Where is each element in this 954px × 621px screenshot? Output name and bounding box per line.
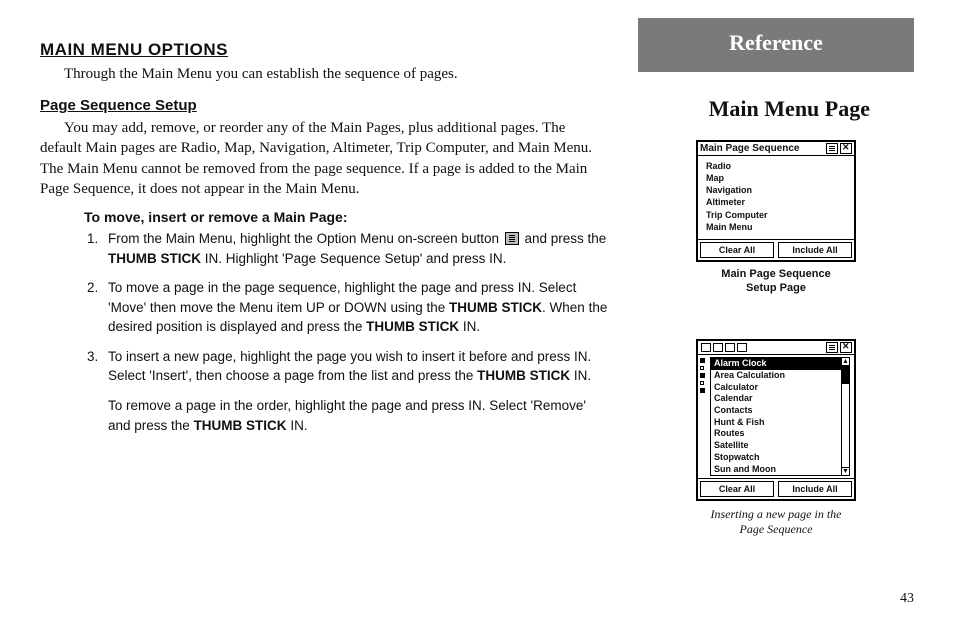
page-sequence-description: You may add, remove, or reorder any of t… [40,118,610,199]
section-title: Main Menu Page [638,96,870,122]
scroll-down-icon: ▼ [842,467,849,475]
mini-icon [701,343,711,352]
intro-text: Through the Main Menu you can establish … [40,66,610,83]
scrollbar: ▲ ▼ [841,358,849,475]
main-content: MAIN MENU OPTIONS Through the Main Menu … [0,0,638,621]
list-item: Navigation [706,184,848,196]
heading-main-menu-options: MAIN MENU OPTIONS [40,40,610,60]
step-2-thumbstick-2: THUMB STICK [366,319,459,334]
page-number: 43 [900,591,914,607]
list-item: Map [706,172,848,184]
list-item: Main Menu [706,221,848,233]
list-item: Calendar [711,393,841,405]
scroll-thumb [842,366,849,384]
device2-caption-l1: Inserting a new page in the [711,507,842,521]
step-3-tail-a: To remove a page in the order, highlight… [108,398,586,433]
device2-caption-l2: Page Sequence [740,522,813,536]
device1-caption-l2: Setup Page [746,282,806,294]
option-menu-icon [505,232,519,245]
list-item: Sun and Moon [711,464,841,476]
step-1-text-b: and press the [521,231,607,246]
device-insert-page: Alarm Clock Area Calculation Calculator … [696,339,856,501]
device1-footer: Clear All Include All [698,239,854,260]
clear-all-button: Clear All [700,481,774,497]
device1-title: Main Page Sequence [700,143,826,154]
step-1-text-a: From the Main Menu, highlight the Option… [108,231,503,246]
device-main-page-sequence: Main Page Sequence Radio Map Navigation … [696,140,856,262]
step-1: From the Main Menu, highlight the Option… [102,229,610,268]
step-3: To insert a new page, highlight the page… [102,347,610,435]
mini-icon [713,343,723,352]
device2-caption: Inserting a new page in the Page Sequenc… [638,507,914,537]
clear-all-button: Clear All [700,242,774,258]
device2-body: Alarm Clock Area Calculation Calculator … [698,355,854,478]
list-item: Area Calculation [711,370,841,382]
list-item-highlighted: Alarm Clock [711,358,841,370]
menu-icon [826,342,838,353]
device1-body: Radio Map Navigation Altimeter Trip Comp… [698,156,854,239]
menu-icon [826,143,838,154]
step-3-tail: To remove a page in the order, highlight… [108,396,610,435]
mini-icon [725,343,735,352]
step-1-text-d: IN. Highlight 'Page Sequence Setup' and … [201,251,506,266]
step-3-thumbstick: THUMB STICK [477,368,570,383]
list-item: Satellite [711,440,841,452]
close-icon [840,342,852,353]
device1-caption: Main Page Sequence Setup Page [638,268,914,296]
list-item: Routes [711,428,841,440]
device2-list: Alarm Clock Area Calculation Calculator … [710,357,850,476]
include-all-button: Include All [778,242,852,258]
device2-titlebar [698,341,854,355]
steps-list: From the Main Menu, highlight the Option… [102,229,610,435]
list-item: Stopwatch [711,452,841,464]
step-2: To move a page in the page sequence, hig… [102,278,610,337]
step-1-thumbstick: THUMB STICK [108,251,201,266]
heading-steps: To move, insert or remove a Main Page: [84,209,610,225]
device1-titlebar: Main Page Sequence [698,142,854,156]
device1-caption-l1: Main Page Sequence [721,268,830,280]
close-icon [840,143,852,154]
heading-page-sequence-setup: Page Sequence Setup [40,97,610,114]
step-2-text-e: IN. [459,319,480,334]
sidebar: Reference Main Menu Page Main Page Seque… [638,0,954,621]
device2-footer: Clear All Include All [698,478,854,499]
list-item: Trip Computer [706,209,848,221]
list-item: Altimeter [706,196,848,208]
list-item: Contacts [711,405,841,417]
list-item: Radio [706,160,848,172]
reference-band: Reference [638,18,914,72]
step-3-text-c: IN. [570,368,591,383]
include-all-button: Include All [778,481,852,497]
scroll-up-icon: ▲ [842,358,849,366]
list-item: Hunt & Fish [711,417,841,429]
list-item: Calculator [711,382,841,394]
mini-icon [737,343,747,352]
device2-left-icons [698,355,708,478]
step-3-tail-thumbstick: THUMB STICK [194,418,287,433]
step-2-thumbstick-1: THUMB STICK [449,300,542,315]
step-3-tail-c: IN. [287,418,308,433]
